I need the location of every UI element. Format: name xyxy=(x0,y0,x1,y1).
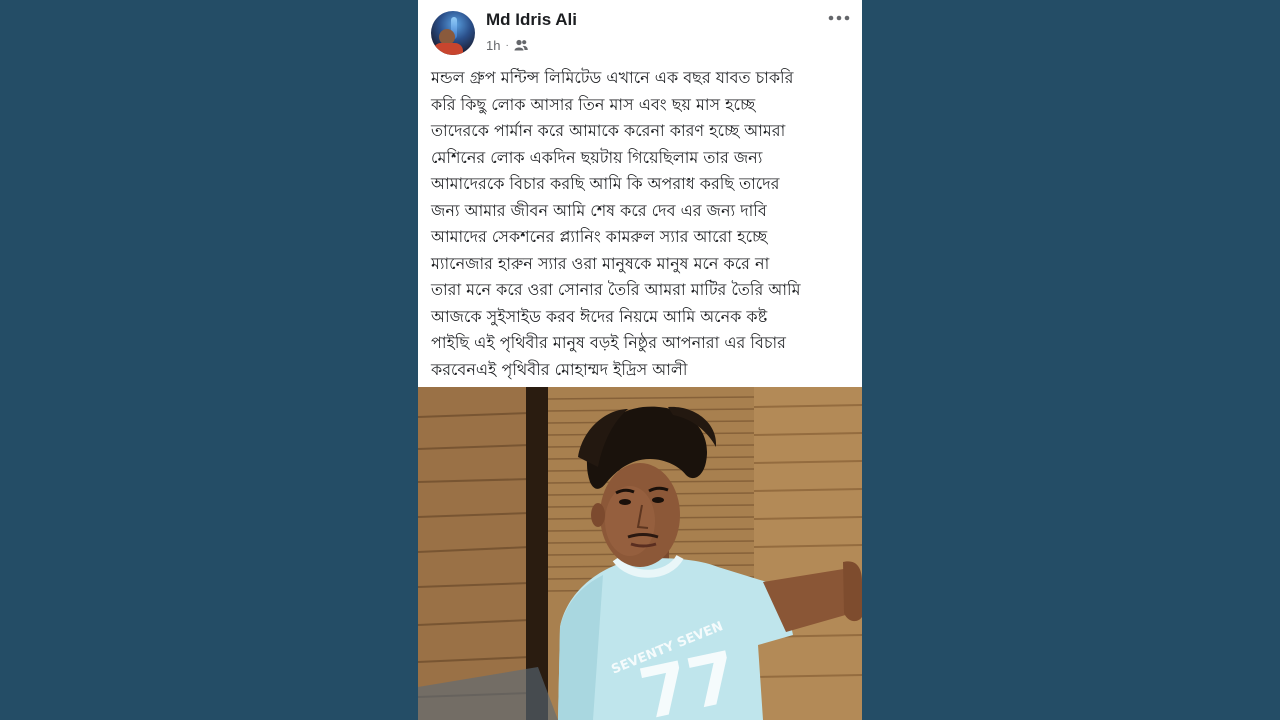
friends-icon[interactable] xyxy=(514,39,528,51)
meta-separator: · xyxy=(505,39,509,51)
facebook-post: Md Idris Ali 1h · মন্ডল গ্রুপ মন্টিন্স ল… xyxy=(418,0,862,720)
post-timestamp[interactable]: 1h xyxy=(486,38,500,53)
more-options-button[interactable] xyxy=(826,8,852,28)
post-text: মন্ডল গ্রুপ মন্টিন্স লিমিটেড এখানে এক বছ… xyxy=(431,68,801,379)
photo-scene: 77 SEVENTY SEVEN xyxy=(418,387,862,720)
post-header: Md Idris Ali 1h · xyxy=(418,0,862,62)
post-meta: 1h · xyxy=(486,36,528,54)
post-photo[interactable]: 77 SEVENTY SEVEN xyxy=(418,387,862,720)
avatar-shirt xyxy=(433,43,463,55)
avatar[interactable] xyxy=(431,11,475,55)
author-name[interactable]: Md Idris Ali xyxy=(486,10,577,30)
more-horizontal-icon xyxy=(828,15,850,21)
